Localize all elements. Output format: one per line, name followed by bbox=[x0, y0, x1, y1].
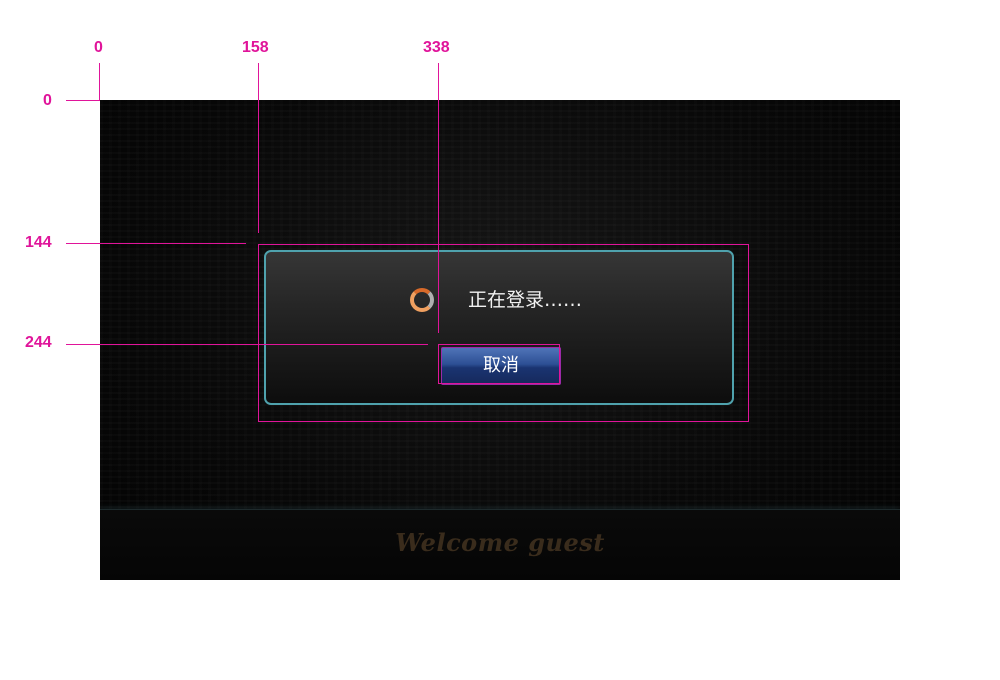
spec-page: 0 158 338 0 144 244 正在登录…… 取消 Welcome gu… bbox=[0, 0, 1000, 680]
guide-line-y-144 bbox=[66, 243, 246, 244]
annotation-y-144: 144 bbox=[25, 234, 52, 251]
annotation-x-0: 0 bbox=[94, 39, 103, 56]
annotation-x-158: 158 bbox=[242, 39, 269, 56]
button-bounds-box bbox=[438, 344, 560, 384]
guide-line-x-158 bbox=[258, 63, 259, 233]
welcome-bar: Welcome guest bbox=[100, 509, 900, 580]
guide-line-x-0 bbox=[99, 63, 100, 100]
annotation-x-338: 338 bbox=[423, 39, 450, 56]
annotation-y-0: 0 bbox=[43, 92, 52, 109]
welcome-text: Welcome guest bbox=[395, 528, 605, 557]
guide-line-y-0 bbox=[66, 100, 100, 101]
dialog-bounds-box bbox=[258, 244, 749, 422]
annotation-y-244: 244 bbox=[25, 334, 52, 351]
